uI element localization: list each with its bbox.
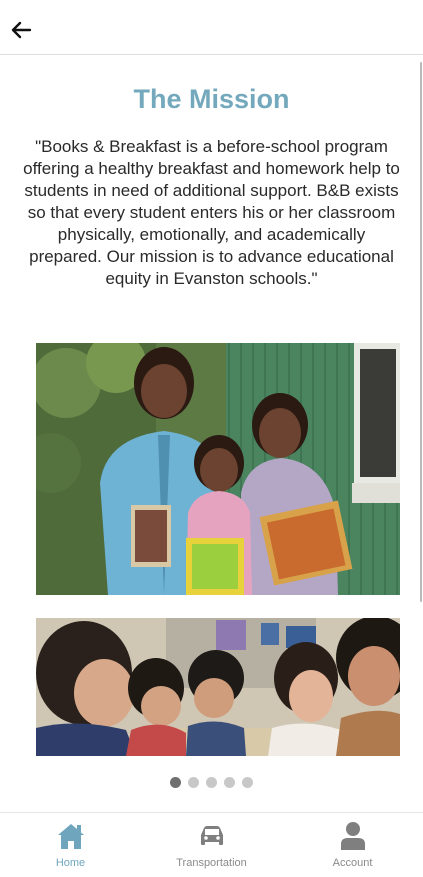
car-icon: [197, 821, 227, 851]
back-button[interactable]: [8, 17, 34, 43]
tab-label-account: Account: [332, 857, 373, 869]
carousel-dot-1[interactable]: [170, 777, 181, 788]
mission-statement: "Books & Breakfast is a before-school pr…: [23, 137, 400, 288]
bottom-tab-bar: Home Transportation Account: [0, 812, 423, 877]
top-bar: [0, 0, 423, 55]
tab-account[interactable]: Account: [282, 813, 423, 877]
arrow-left-icon: [11, 21, 32, 39]
carousel-pagination: [0, 777, 423, 788]
page-title: The Mission: [133, 84, 290, 114]
mission-screen: The Mission "Books & Breakfast is a befo…: [0, 0, 423, 877]
tab-home[interactable]: Home: [0, 813, 141, 877]
carousel-dot-3[interactable]: [206, 777, 217, 788]
tab-transportation[interactable]: Transportation: [141, 813, 282, 877]
carousel-dot-5[interactable]: [242, 777, 253, 788]
carousel-photo-girls-with-books: [36, 343, 400, 595]
user-icon: [338, 821, 368, 851]
tab-label-transportation: Transportation: [176, 857, 247, 869]
tab-label-home: Home: [55, 857, 86, 869]
scrollbar[interactable]: [420, 62, 422, 602]
carousel-dot-4[interactable]: [224, 777, 235, 788]
carousel-photo-children-learning: [36, 618, 400, 756]
home-icon: [56, 821, 86, 851]
carousel-dot-2[interactable]: [188, 777, 199, 788]
